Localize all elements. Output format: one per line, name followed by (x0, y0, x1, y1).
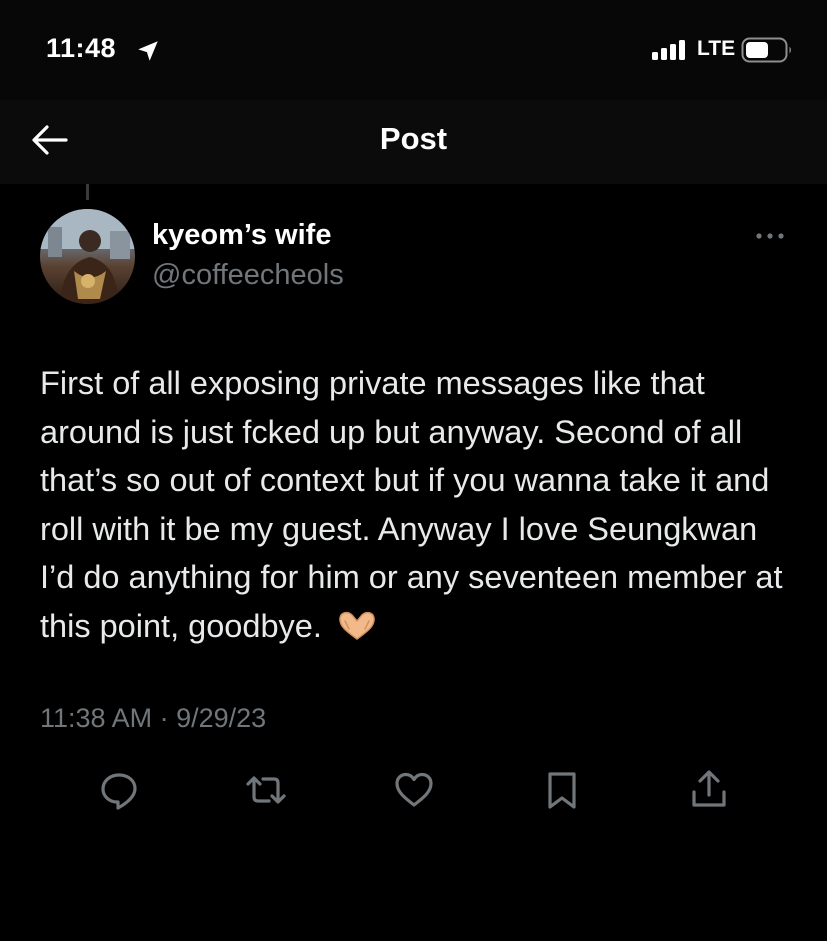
display-name[interactable]: kyeom’s wife (152, 219, 331, 252)
status-time: 11:48 (46, 33, 117, 63)
user-handle[interactable]: @coffeecheols (152, 259, 344, 292)
like-button[interactable] (391, 767, 437, 813)
tweet-action-bar (0, 767, 827, 817)
reply-button[interactable] (96, 767, 142, 813)
tweet-timestamp[interactable]: 11:38 AM · 9/29/23 (40, 703, 266, 734)
network-type: LTE (697, 37, 736, 60)
page-title: Post (379, 121, 448, 156)
repost-button[interactable] (243, 767, 289, 813)
bookmark-button[interactable] (539, 767, 585, 813)
like-icon (395, 772, 433, 807)
thread-connector-line (86, 184, 89, 200)
avatar[interactable] (40, 209, 135, 304)
tweet-body: First of all exposing private messages l… (40, 365, 783, 644)
more-options-icon[interactable] (754, 229, 786, 243)
signal-bars-icon (652, 40, 685, 60)
share-icon (692, 770, 726, 807)
avatar-photo-icon (40, 209, 135, 304)
share-button[interactable] (686, 767, 732, 813)
battery-icon (741, 37, 791, 63)
repost-icon (246, 776, 286, 804)
bookmark-icon (548, 772, 576, 809)
location-arrow-icon (138, 41, 158, 61)
heart-hands-emoji (339, 611, 375, 640)
tweet-text: First of all exposing private messages l… (40, 359, 800, 650)
reply-icon (101, 773, 137, 810)
